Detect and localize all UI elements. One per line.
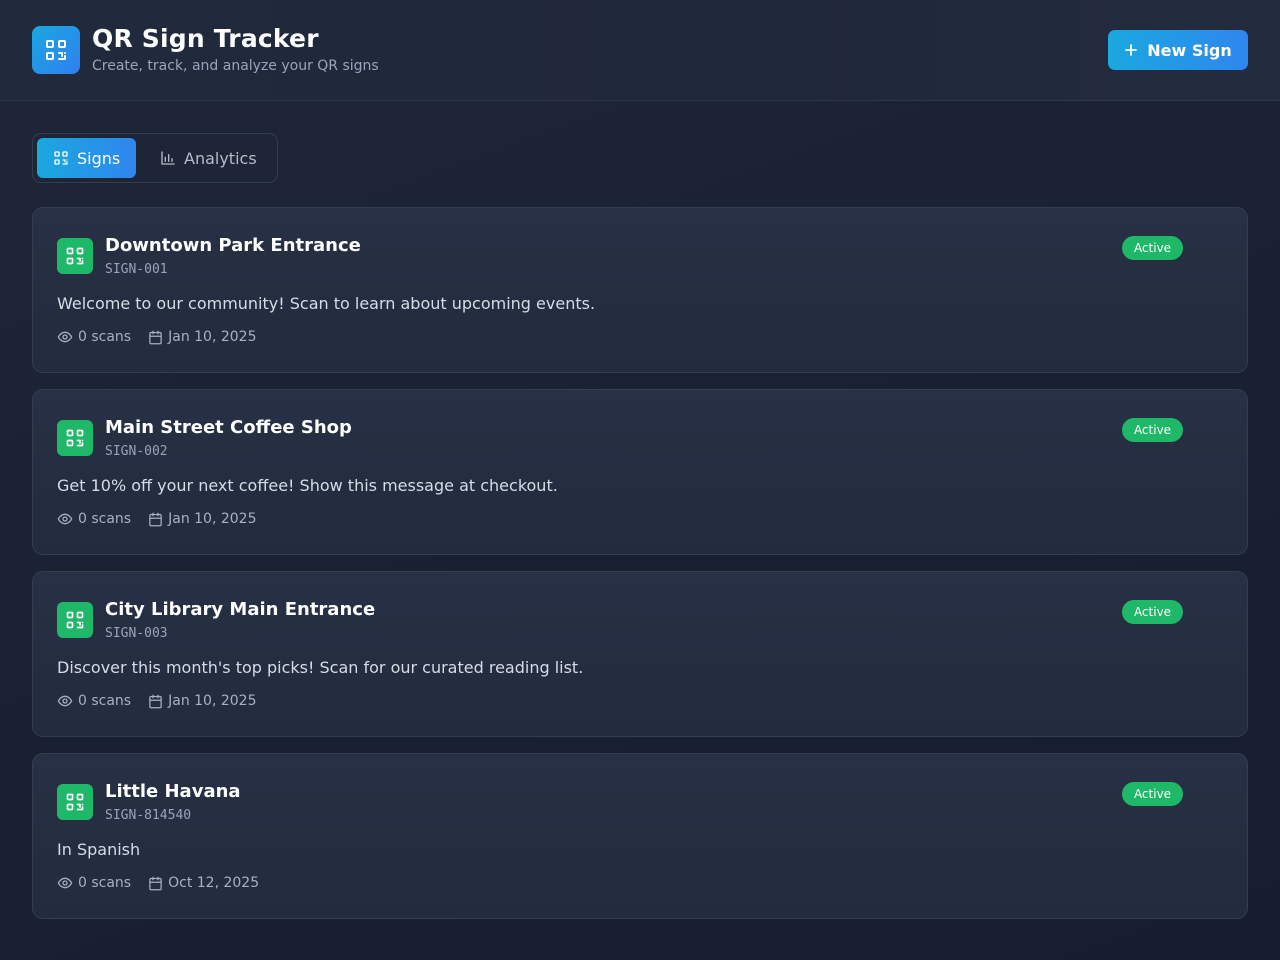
eye-icon — [57, 877, 73, 889]
sign-meta: 0 scans Oct 12, 2025 — [57, 875, 259, 891]
eye-icon — [57, 331, 73, 343]
scan-count-label: 0 scans — [78, 329, 132, 345]
sign-meta: 0 scans Jan 10, 2025 — [57, 693, 256, 709]
scan-count: 0 scans — [57, 875, 131, 891]
calendar-icon — [149, 876, 162, 890]
scan-count-label: 0 scans — [78, 511, 132, 527]
status-badge: Active — [1122, 782, 1183, 806]
qr-code-icon — [46, 40, 66, 60]
sign-icon — [57, 420, 93, 456]
qr-code-icon — [66, 611, 84, 629]
eye-icon — [57, 695, 73, 707]
status-badge: Active — [1122, 600, 1183, 624]
scan-count: 0 scans — [57, 329, 131, 345]
sign-message: In Spanish — [57, 840, 141, 859]
status-badge: Active — [1122, 418, 1183, 442]
tab-signs[interactable]: Signs — [37, 138, 136, 178]
app-logo — [32, 26, 80, 74]
created-date-label: Oct 12, 2025 — [168, 875, 260, 891]
new-sign-button[interactable]: New Sign — [1108, 30, 1248, 70]
created-date: Jan 10, 2025 — [148, 511, 256, 527]
tab-analytics[interactable]: Analytics — [144, 138, 274, 178]
scan-count-label: 0 scans — [78, 875, 132, 891]
sign-icon — [57, 784, 93, 820]
sign-id: SIGN-001 — [105, 262, 168, 277]
sign-icon — [57, 602, 93, 638]
sign-id: SIGN-002 — [105, 444, 168, 459]
qr-code-icon — [54, 151, 68, 165]
sign-id: SIGN-003 — [105, 626, 168, 641]
app-subtitle: Create, track, and analyze your QR signs — [92, 58, 379, 74]
sign-message: Discover this month's top picks! Scan fo… — [57, 658, 584, 677]
eye-icon — [57, 513, 73, 525]
created-date: Jan 10, 2025 — [148, 693, 256, 709]
sign-card[interactable]: Downtown Park Entrance SIGN-001 Active W… — [32, 207, 1248, 373]
sign-message: Welcome to our community! Scan to learn … — [57, 294, 596, 313]
sign-title: Downtown Park Entrance — [105, 235, 361, 256]
created-date: Oct 12, 2025 — [148, 875, 259, 891]
status-badge: Active — [1122, 236, 1183, 260]
sign-card[interactable]: Main Street Coffee Shop SIGN-002 Active … — [32, 389, 1248, 555]
sign-id: SIGN-814540 — [105, 808, 192, 823]
new-sign-label: New Sign — [1147, 40, 1232, 60]
scan-count-label: 0 scans — [78, 693, 132, 709]
view-tabs: Signs Analytics — [32, 133, 278, 183]
plus-icon — [1125, 44, 1138, 56]
app-title: QR Sign Tracker — [92, 24, 319, 53]
sign-card[interactable]: Little Havana SIGN-814540 Active In Span… — [32, 753, 1248, 919]
sign-icon — [57, 238, 93, 274]
calendar-icon — [149, 512, 162, 526]
created-date-label: Jan 10, 2025 — [168, 511, 257, 527]
bar-chart-icon — [161, 151, 175, 165]
app-header: QR Sign Tracker Create, track, and analy… — [0, 0, 1280, 101]
sign-title: Little Havana — [105, 781, 241, 802]
sign-meta: 0 scans Jan 10, 2025 — [57, 511, 256, 527]
sign-card[interactable]: City Library Main Entrance SIGN-003 Acti… — [32, 571, 1248, 737]
scan-count: 0 scans — [57, 511, 131, 527]
scan-count: 0 scans — [57, 693, 131, 709]
sign-message: Get 10% off your next coffee! Show this … — [57, 476, 558, 495]
sign-meta: 0 scans Jan 10, 2025 — [57, 329, 256, 345]
tab-signs-label: Signs — [77, 148, 121, 168]
created-date: Jan 10, 2025 — [148, 329, 256, 345]
sign-title: Main Street Coffee Shop — [105, 417, 352, 438]
sign-title: City Library Main Entrance — [105, 599, 376, 620]
tab-analytics-label: Analytics — [184, 148, 257, 168]
qr-code-icon — [66, 793, 84, 811]
calendar-icon — [149, 330, 162, 344]
qr-code-icon — [66, 429, 84, 447]
created-date-label: Jan 10, 2025 — [168, 693, 257, 709]
calendar-icon — [149, 694, 162, 708]
created-date-label: Jan 10, 2025 — [168, 329, 257, 345]
qr-code-icon — [66, 247, 84, 265]
